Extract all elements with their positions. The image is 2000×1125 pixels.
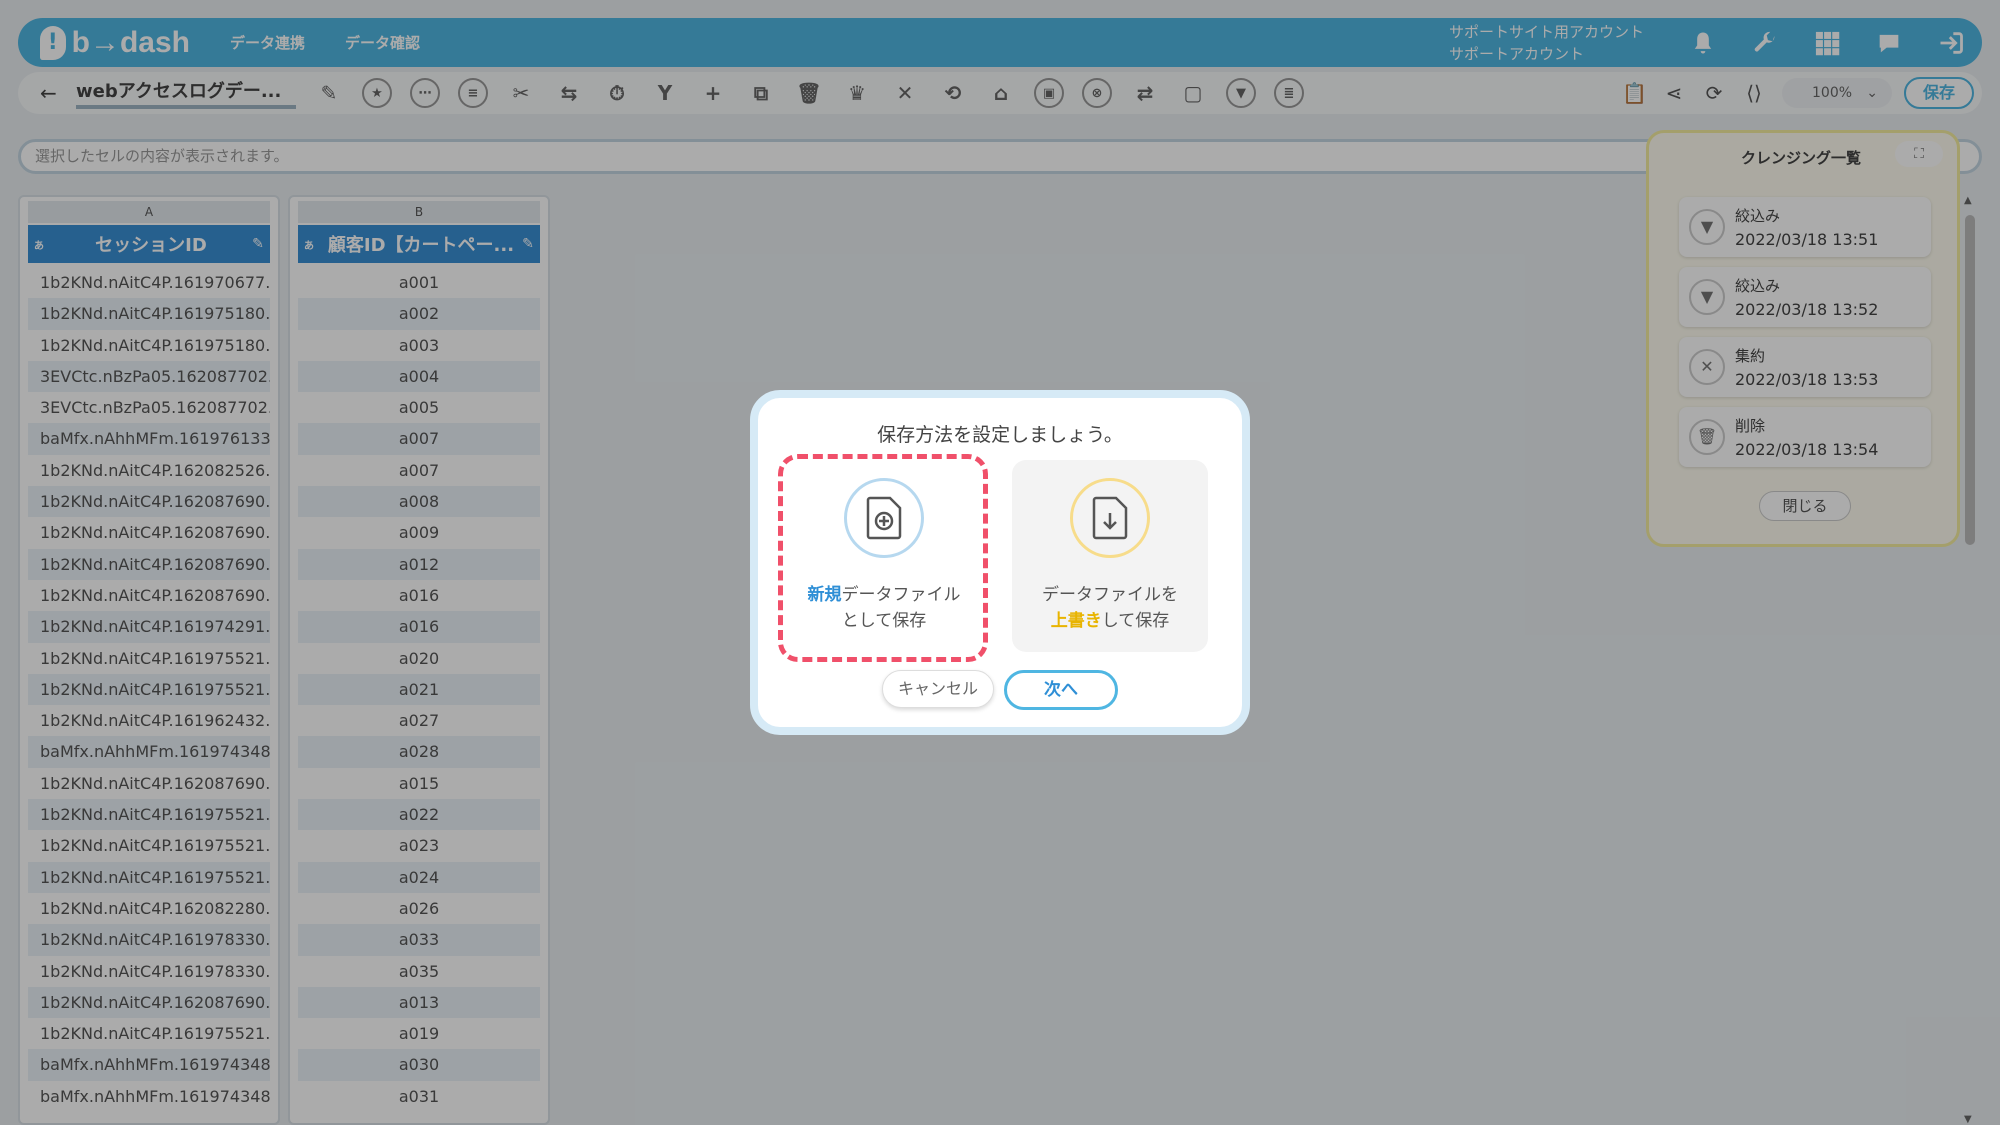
overwrite-option[interactable]: データファイルを 上書きして保存 [1012, 460, 1208, 652]
new-file-icon [844, 478, 924, 558]
save-method-dialog: 保存方法を設定しましょう。 新規データファイル として保存 データファイルを 上… [750, 390, 1250, 735]
dialog-title: 保存方法を設定しましょう。 [877, 424, 1123, 446]
save-as-new-option[interactable]: 新規データファイル として保存 [786, 460, 982, 652]
overwrite-label-rest: して保存 [1101, 611, 1170, 631]
new-label-line2: として保存 [841, 611, 927, 631]
new-highlight: 新規 [807, 585, 842, 605]
new-label-rest: データファイル [841, 585, 961, 605]
overwrite-file-icon [1070, 478, 1150, 558]
overwrite-label-line1: データファイルを [1042, 585, 1178, 605]
next-button[interactable]: 次へ [1004, 670, 1118, 710]
overwrite-highlight: 上書き [1050, 611, 1102, 631]
cancel-button[interactable]: キャンセル [882, 670, 994, 708]
save-as-new-label: 新規データファイル として保存 [786, 582, 982, 634]
dialog-buttons: キャンセル 次へ [758, 670, 1242, 710]
overwrite-label: データファイルを 上書きして保存 [1012, 582, 1208, 634]
